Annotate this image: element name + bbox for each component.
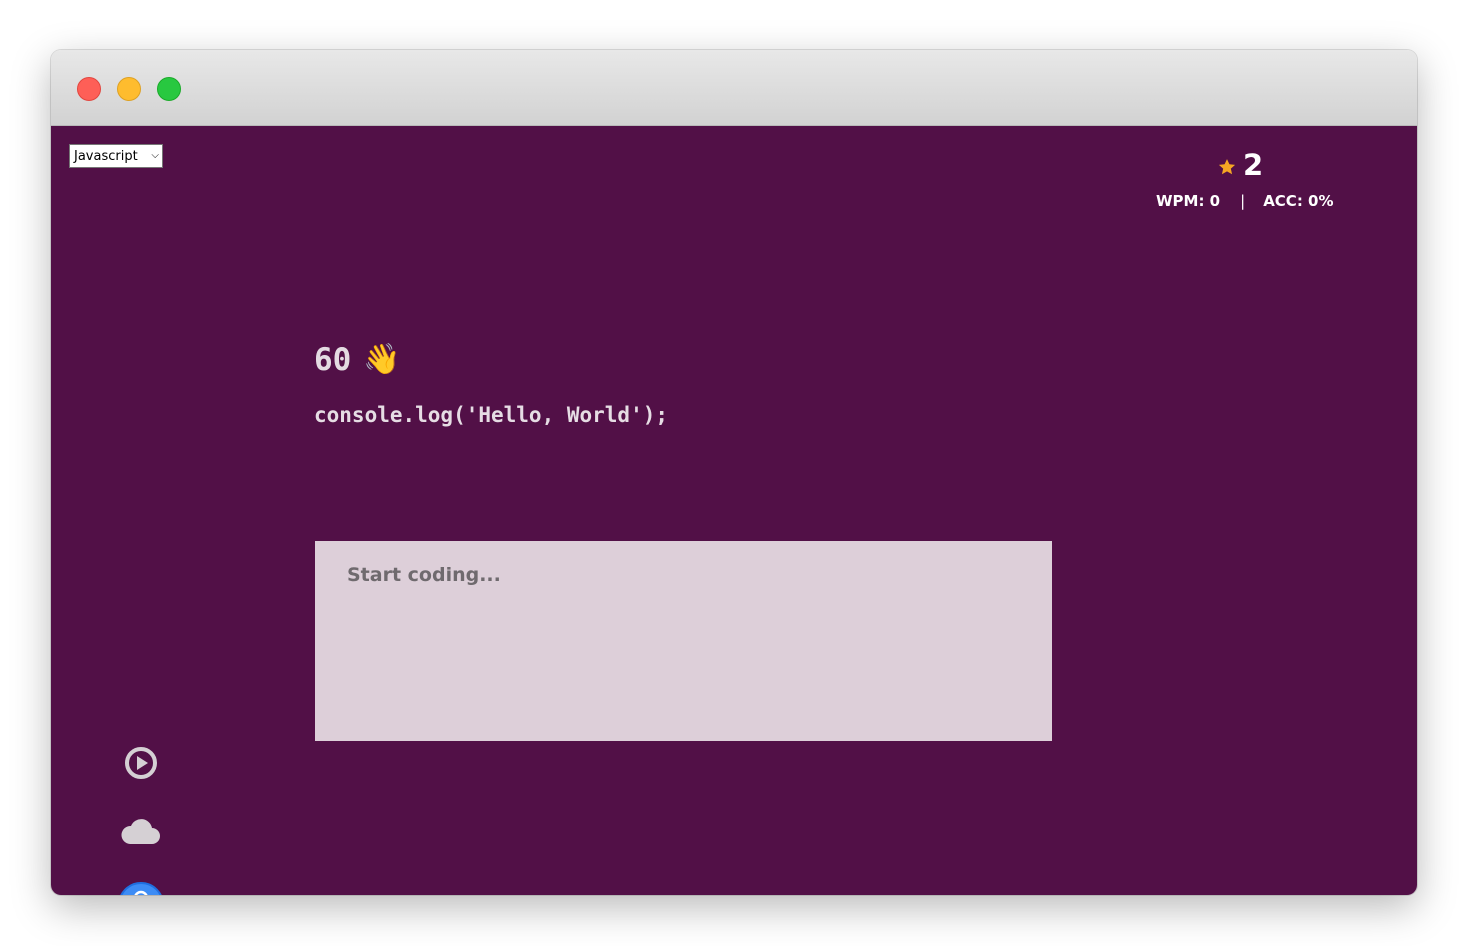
language-select[interactable]: Javascript ⌵ [69, 144, 163, 168]
score-display: 2 [1217, 148, 1263, 182]
countdown-timer: 60 [314, 342, 352, 378]
play-icon[interactable] [124, 746, 158, 780]
maximize-window-button[interactable] [157, 77, 181, 101]
target-code: console.log('Hello, World'); [314, 403, 669, 427]
main-content: Javascript ⌵ 2 WPM: 0 | ACC: 0% 60 👋 con… [51, 126, 1417, 895]
user-avatar-icon[interactable] [117, 881, 165, 895]
timer-row: 60 👋 [314, 342, 401, 378]
waving-hand-icon: 👋 [363, 343, 401, 376]
code-input[interactable] [315, 541, 1052, 741]
stats-separator: | [1240, 192, 1246, 210]
cloud-icon[interactable] [121, 816, 161, 846]
accuracy-value: ACC: 0% [1263, 192, 1334, 210]
chevron-down-icon: ⌵ [151, 150, 159, 161]
minimize-window-button[interactable] [117, 77, 141, 101]
score-value: 2 [1243, 148, 1264, 182]
app-window: Javascript ⌵ 2 WPM: 0 | ACC: 0% 60 👋 con… [51, 50, 1417, 895]
close-window-button[interactable] [77, 77, 101, 101]
title-bar [51, 50, 1417, 126]
wpm-value: WPM: 0 [1156, 192, 1221, 210]
star-icon [1218, 159, 1236, 175]
speed-stats: WPM: 0 | ACC: 0% [1156, 192, 1334, 210]
language-select-value: Javascript [74, 148, 138, 164]
